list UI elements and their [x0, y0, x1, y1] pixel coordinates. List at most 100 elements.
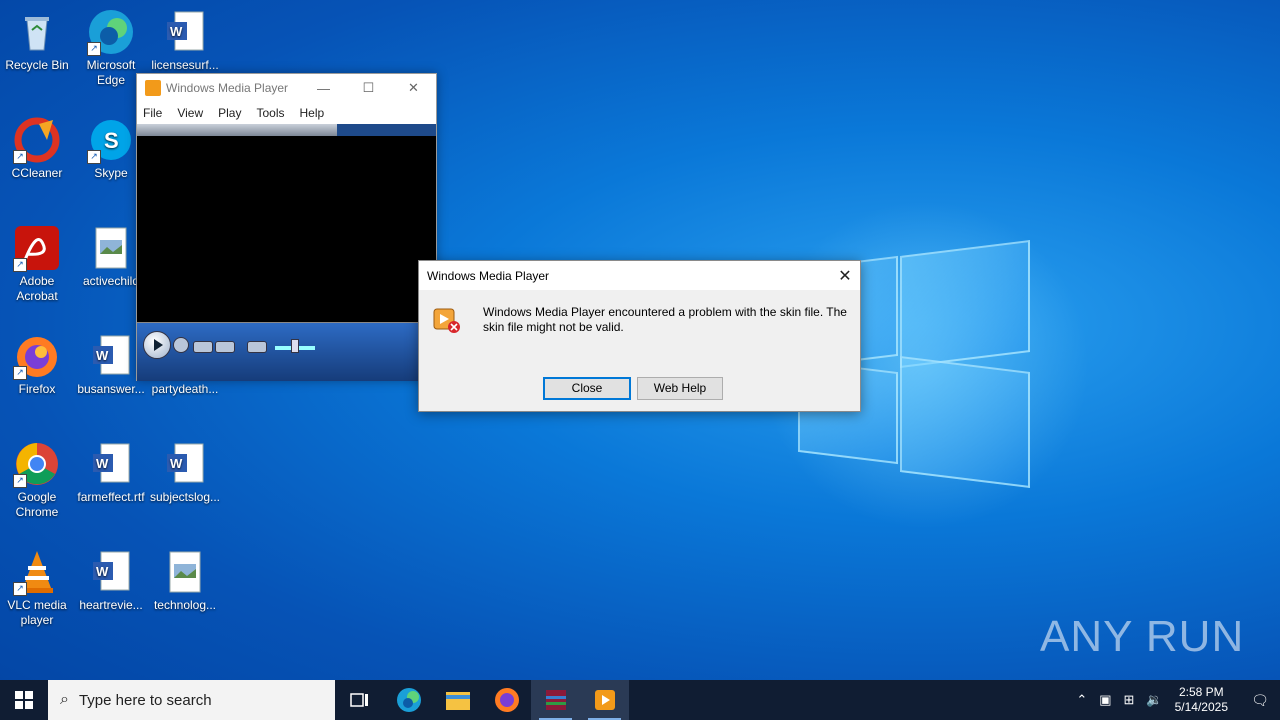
minimize-icon[interactable]: —	[301, 81, 346, 96]
clock-time: 2:58 PM	[1178, 685, 1224, 699]
svg-text:W: W	[170, 24, 183, 39]
desktop-icon-heartrevie[interactable]: W heartrevie...	[74, 548, 148, 613]
desktop-icon-label: heartrevie...	[79, 598, 143, 612]
next-button[interactable]	[215, 341, 235, 353]
desktop-icon-subjectslog[interactable]: W subjectslog...	[148, 440, 222, 505]
wallpaper-logo-pane	[900, 240, 1030, 368]
firefox-icon: ↗	[13, 332, 61, 380]
recycle-bin-icon	[13, 8, 61, 56]
search-placeholder: Type here to search	[78, 691, 212, 709]
desktop-icon-recycle-bin[interactable]: Recycle Bin	[0, 8, 74, 73]
image-file-icon	[87, 224, 135, 272]
desktop-icon-label: farmeffect.rtf	[77, 490, 145, 504]
task-view-icon	[349, 693, 368, 707]
desktop-icon-acrobat[interactable]: ↗ Adobe Acrobat	[0, 224, 74, 304]
previous-button[interactable]	[193, 341, 213, 353]
wmp-window[interactable]: Windows Media Player — ☐ ✕ File View Pla…	[136, 73, 437, 381]
dialog-message: Windows Media Player encountered a probl…	[483, 305, 847, 334]
desktop-icon-farmeffect[interactable]: W farmeffect.rtf	[74, 440, 148, 505]
search-icon: ⌕	[60, 691, 69, 708]
word-document-icon: W	[161, 440, 209, 488]
desktop-icon-label: licensesurf...	[151, 58, 219, 72]
chrome-icon: ↗	[13, 440, 61, 488]
desktop-icon-ccleaner[interactable]: ↗ CCleaner	[0, 116, 74, 181]
desktop-icon-label: busanswer...	[77, 382, 145, 396]
system-tray: ⌃ ▣ ⊞ 🔉 2:58 PM 5/14/2025 🗨	[1070, 680, 1280, 720]
web-help-button[interactable]: Web Help	[637, 377, 723, 400]
desktop-icon-chrome[interactable]: ↗ Google Chrome	[0, 440, 74, 520]
svg-text:W: W	[170, 456, 183, 471]
volume-slider[interactable]	[291, 339, 299, 353]
desktop-icon-label: Firefox	[18, 382, 56, 396]
skype-icon: S ↗	[87, 116, 135, 164]
acrobat-icon: ↗	[13, 224, 61, 272]
dialog-title: Windows Media Player	[427, 268, 550, 283]
notification-icon[interactable]: 🗨	[1240, 692, 1280, 709]
desktop-icon-technolog[interactable]: technolog...	[148, 548, 222, 613]
vlc-icon: ↗	[13, 548, 61, 596]
menu-view[interactable]: View	[177, 106, 203, 120]
word-document-icon: W	[161, 8, 209, 56]
error-dialog[interactable]: Windows Media Player ✕ Windows Media Pla…	[418, 260, 861, 412]
error-icon	[433, 308, 461, 334]
wallpaper-logo-pane	[900, 356, 1030, 488]
menu-tools[interactable]: Tools	[256, 106, 284, 120]
taskbar-search[interactable]: ⌕ Type here to search	[48, 680, 335, 720]
desktop-icon-label: technolog...	[153, 598, 217, 612]
desktop-icon-label: Google Chrome	[15, 490, 59, 519]
desktop-icon-label: Recycle Bin	[5, 58, 69, 72]
wmp-menubar: File View Play Tools Help	[137, 102, 436, 124]
taskbar-edge[interactable]	[384, 680, 433, 720]
clock-date: 5/14/2025	[1174, 700, 1228, 714]
word-document-icon: W	[87, 332, 135, 380]
edge-icon: ↗	[87, 8, 135, 56]
taskbar-firefox[interactable]	[482, 680, 531, 720]
word-document-icon: W	[87, 440, 135, 488]
play-button[interactable]	[143, 331, 171, 359]
taskbar-winrar[interactable]	[531, 680, 580, 720]
svg-text:S: S	[104, 128, 119, 153]
close-button[interactable]: Close	[543, 377, 631, 400]
maximize-icon[interactable]: ☐	[346, 80, 391, 96]
close-icon[interactable]: ✕	[391, 80, 436, 96]
wmp-video-area[interactable]	[137, 136, 436, 323]
desktop-icon-label: CCleaner	[11, 166, 63, 180]
chevron-up-icon[interactable]: ⌃	[1076, 692, 1087, 708]
wmp-title: Windows Media Player	[166, 81, 289, 95]
clock[interactable]: 2:58 PM 5/14/2025	[1175, 685, 1228, 715]
edge-icon	[396, 688, 421, 712]
network-icon[interactable]: ⊞	[1124, 692, 1135, 708]
stop-button[interactable]	[173, 337, 189, 353]
desktop-icon-licensesurf[interactable]: W licensesurf...	[148, 8, 222, 73]
start-button[interactable]	[0, 680, 48, 720]
image-file-icon	[161, 548, 209, 596]
dialog-close-icon[interactable]: ✕	[830, 266, 860, 286]
menu-play[interactable]: Play	[218, 106, 241, 120]
windows-icon	[15, 691, 33, 709]
desktop-icon-label: subjectslog...	[149, 490, 221, 504]
desktop-icon-firefox[interactable]: ↗ Firefox	[0, 332, 74, 397]
task-view-button[interactable]	[335, 680, 384, 720]
desktop-icon-label: VLC media player	[7, 598, 67, 627]
svg-text:W: W	[96, 348, 109, 363]
menu-file[interactable]: File	[143, 106, 162, 120]
wmp-app-icon	[145, 80, 161, 96]
taskbar-wmp[interactable]	[580, 680, 629, 720]
ccleaner-icon: ↗	[13, 116, 61, 164]
taskbar-file-explorer[interactable]	[433, 680, 482, 720]
taskbar: ⌕ Type here to search ⌃ ▣ ⊞ 🔉 2:58 PM 5/…	[0, 680, 1280, 720]
menu-help[interactable]: Help	[300, 106, 325, 120]
wmp-titlebar[interactable]: Windows Media Player — ☐ ✕	[137, 74, 436, 102]
network-adapter-icon[interactable]: ▣	[1099, 692, 1111, 708]
word-document-icon: W	[87, 548, 135, 596]
folder-icon	[445, 692, 470, 710]
volume-icon[interactable]: 🔉	[1146, 692, 1162, 708]
desktop-icon-vlc[interactable]: ↗ VLC media player	[0, 548, 74, 628]
mute-button[interactable]	[247, 341, 267, 353]
svg-text:W: W	[96, 564, 109, 579]
dialog-titlebar[interactable]: Windows Media Player ✕	[419, 261, 860, 290]
anyrun-watermark: ANY RUN	[1040, 612, 1245, 661]
desktop-icon-label: Adobe Acrobat	[16, 274, 58, 303]
svg-text:W: W	[96, 456, 109, 471]
firefox-icon	[494, 688, 519, 712]
